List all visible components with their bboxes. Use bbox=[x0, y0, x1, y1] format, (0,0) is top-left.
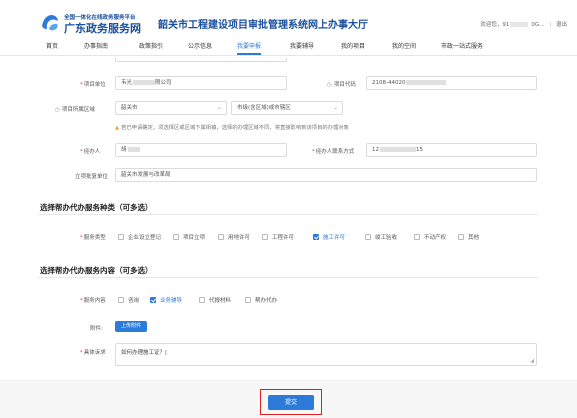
attachment-label: 附件: bbox=[90, 326, 103, 332]
checkbox[interactable] bbox=[414, 234, 420, 240]
nav-policy[interactable]: 政策指引 bbox=[139, 42, 163, 55]
project-code-field[interactable]: 2108-44020 bbox=[366, 76, 537, 90]
clock-icon: ◷ bbox=[327, 82, 332, 88]
service-content-label: *服务内容 bbox=[80, 298, 106, 304]
upload-attachment-button[interactable]: 上传附件 bbox=[115, 321, 147, 332]
nav-apply[interactable]: 我要申报 bbox=[237, 42, 262, 55]
logout-link[interactable]: 退出 bbox=[556, 22, 567, 28]
option-land-permit[interactable]: 用地许可 bbox=[218, 233, 250, 241]
section-divider bbox=[38, 277, 538, 278]
checkbox[interactable] bbox=[118, 234, 124, 240]
nav-guide[interactable]: 办事指南 bbox=[84, 42, 108, 55]
service-type-label: *服务类型 bbox=[80, 235, 106, 241]
approval-unit-field[interactable]: 韶关市发展与改革局 bbox=[115, 168, 537, 182]
service-types-title: 选择帮办代办服务种类（可多选） bbox=[40, 203, 153, 212]
main-nav: 首页 办事指南 政策指引 公示信息 我要申报 我要辅导 我的项目 我的空间 市政… bbox=[0, 42, 577, 56]
clock-icon: ◷ bbox=[55, 107, 60, 113]
section-divider bbox=[38, 214, 538, 215]
request-label: *具体诉求 bbox=[80, 350, 106, 356]
project-unit-field[interactable]: 韦光 限公司 bbox=[115, 76, 287, 90]
checkbox[interactable] bbox=[199, 297, 205, 303]
option-enterprise-registration[interactable]: 企业设立登记 bbox=[118, 233, 161, 241]
region-warning: ▲ 若已申请确定，须选择区或区域下属街镇，选择的办理区域不同，将直接影响到该项目的… bbox=[115, 125, 349, 131]
welcome-suffix: 0G… bbox=[531, 22, 545, 28]
project-code-label: ◷ 项目代码 bbox=[327, 82, 356, 88]
chevron-down-icon: ⌄ bbox=[216, 104, 222, 111]
option-business-tutoring[interactable]: 业务辅导 bbox=[150, 296, 182, 304]
resize-handle-icon[interactable]: ◢ bbox=[530, 358, 534, 364]
checkbox[interactable] bbox=[262, 234, 268, 240]
checkbox-checked[interactable] bbox=[313, 234, 319, 240]
checkbox[interactable] bbox=[365, 234, 371, 240]
nav-my-space[interactable]: 我的空间 bbox=[392, 42, 416, 55]
nav-municipal-service[interactable]: 市政一站式服务 bbox=[441, 42, 483, 55]
approval-unit-label: 立项批复单位 bbox=[75, 174, 109, 180]
nav-public-info[interactable]: 公示信息 bbox=[188, 42, 212, 55]
redacted-username bbox=[510, 22, 529, 27]
chevron-down-icon: ⌄ bbox=[332, 104, 338, 111]
service-content-title: 选择帮办代办服务内容（可多选） bbox=[40, 266, 153, 275]
separator: | bbox=[549, 22, 552, 28]
system-title: 韶关市工程建设项目审批管理系统网上办事大厅 bbox=[158, 20, 368, 31]
option-submit-materials[interactable]: 代报材料 bbox=[199, 296, 231, 304]
org-title: 广东政务服务网 bbox=[64, 22, 141, 35]
option-consulting[interactable]: 咨询 bbox=[118, 296, 139, 304]
agent-phone-field[interactable]: 12 15 bbox=[366, 143, 537, 157]
checkbox[interactable] bbox=[118, 297, 124, 303]
request-textarea[interactable]: 如何办理施工证？| ◢ bbox=[115, 343, 537, 366]
option-engineering-permit[interactable]: 工程许可 bbox=[262, 233, 294, 241]
option-project-approval[interactable]: 项目立项 bbox=[173, 233, 205, 241]
option-completion-acceptance[interactable]: 竣工验收 bbox=[365, 233, 397, 241]
option-agent-service[interactable]: 帮办代办 bbox=[245, 296, 277, 304]
checkbox[interactable] bbox=[173, 234, 179, 240]
checkbox[interactable] bbox=[218, 234, 224, 240]
checkbox-checked[interactable] bbox=[150, 297, 156, 303]
cut-off-field bbox=[115, 57, 287, 62]
guangdong-logo-icon bbox=[42, 15, 58, 31]
region-city-select[interactable]: 韶关市 ⌄ bbox=[115, 101, 227, 115]
checkbox[interactable] bbox=[458, 234, 464, 240]
agent-phone-label: *经办人联系方式 bbox=[312, 149, 355, 155]
user-area: 欢迎您，91 0G… | 退出 bbox=[477, 20, 567, 28]
option-property-rights[interactable]: 不动产权 bbox=[414, 233, 446, 241]
agent-label: *经办人 bbox=[80, 149, 101, 155]
top-header: 全国一体化在线政务服务平台 广东政务服务网 韶关市工程建设项目审批管理系统网上办… bbox=[0, 0, 577, 35]
submit-button[interactable]: 提交 bbox=[268, 395, 314, 410]
project-unit-label: *项目单位 bbox=[80, 82, 106, 88]
nav-tutoring[interactable]: 我要辅导 bbox=[290, 42, 314, 55]
checkbox[interactable] bbox=[245, 297, 251, 303]
nav-my-projects[interactable]: 我的项目 bbox=[341, 42, 365, 55]
warning-icon: ▲ bbox=[115, 125, 120, 131]
region-label: ◷ 项目所属区域 bbox=[55, 107, 95, 113]
agent-field[interactable]: 胡 bbox=[115, 143, 287, 157]
nav-home[interactable]: 首页 bbox=[46, 42, 58, 55]
welcome-text: 欢迎您，91 bbox=[480, 22, 510, 28]
option-construction-permit[interactable]: 施工许可 bbox=[313, 233, 345, 241]
option-other[interactable]: 其他 bbox=[458, 233, 479, 241]
region-district-select[interactable]: 市级(含区域)或市辖区 ⌄ bbox=[231, 101, 343, 115]
